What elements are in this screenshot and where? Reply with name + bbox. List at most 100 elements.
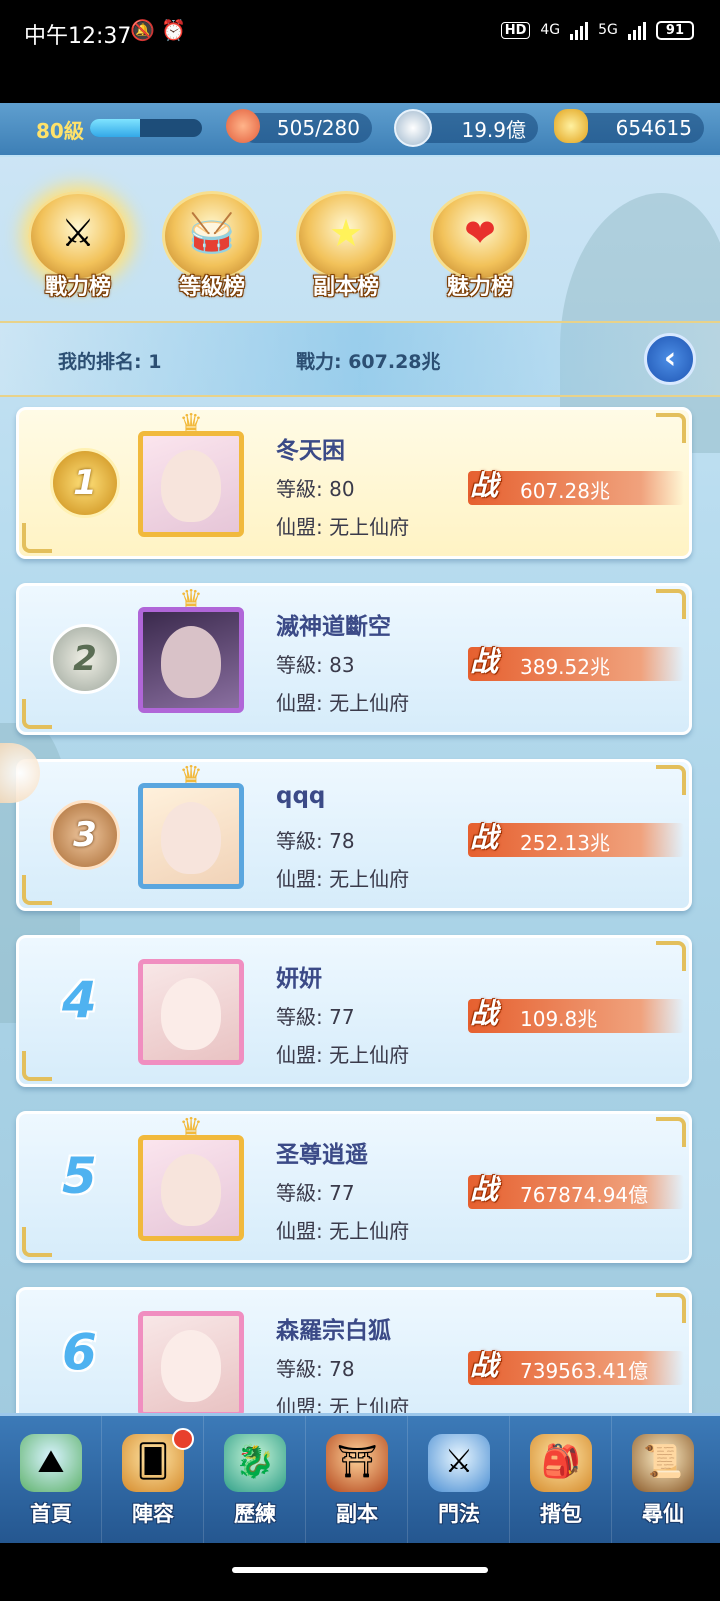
avatar[interactable] <box>138 1311 244 1417</box>
my-rank-text: 我的排名: 1 <box>58 351 162 373</box>
rank-number: 5 <box>62 1147 97 1205</box>
player-level: 80級 <box>36 119 84 143</box>
player-name: qqq <box>276 783 326 809</box>
back-button[interactable]: ‹ <box>644 333 696 385</box>
nav-label: 歷練 <box>234 1502 276 1526</box>
battle-icon: 战 <box>469 469 498 502</box>
home-indicator[interactable] <box>232 1567 488 1573</box>
power-value: 109.8兆 <box>520 1007 598 1031</box>
nav-lineup[interactable]: 🂠 陣容 <box>102 1416 204 1543</box>
player-guild: 仙盟: 无上仙府 <box>276 1043 410 1067</box>
bottom-nav: ⛰ 首頁 🂠 陣容 🐉 歷練 ⛩ 副本 ⚔ 門法 🎒 揹包 📜 尋仙 <box>0 1413 720 1543</box>
power-badge: 战 389.52兆 <box>468 645 684 681</box>
rank-number: 4 <box>62 971 97 1029</box>
player-name: 冬天困 <box>276 438 345 464</box>
gold-ingot-icon <box>554 109 588 143</box>
player-name: 圣尊逍遥 <box>276 1142 368 1168</box>
rank-medal-silver-icon: 2 <box>50 624 120 694</box>
tab-label: 副本榜 <box>312 275 379 300</box>
player-guild: 仙盟: 无上仙府 <box>276 867 410 891</box>
corner-ornament <box>656 413 686 443</box>
power-value: 389.52兆 <box>520 655 610 679</box>
avatar[interactable] <box>138 1135 244 1241</box>
nav-dungeon[interactable]: ⛩ 副本 <box>306 1416 408 1543</box>
battle-icon: 战 <box>469 1173 498 1206</box>
signal-icon <box>570 20 589 40</box>
power-value: 252.13兆 <box>520 831 610 855</box>
rank-medal-gold-icon: 1 <box>50 448 120 518</box>
system-home-bar <box>0 1543 720 1601</box>
power-value: 739563.41億 <box>520 1359 649 1383</box>
battle-icon: 战 <box>469 997 498 1030</box>
avatar-portrait <box>161 1154 221 1226</box>
nav-label: 首頁 <box>30 1502 72 1526</box>
corner-ornament <box>656 1293 686 1323</box>
gold-pill[interactable]: 654615 <box>570 113 704 143</box>
nav-label: 揹包 <box>540 1502 582 1526</box>
power-badge: 战 607.28兆 <box>468 469 684 505</box>
rank-row[interactable]: 3 ♛ qqq 等級: 78 仙盟: 无上仙府 战 252.13兆 <box>12 755 696 919</box>
ranking-tabs: ⚔ 戰力榜 🥁 等級榜 ★ 副本榜 ❤ 魅力榜 <box>18 183 578 313</box>
battle-icon: 战 <box>469 821 498 854</box>
tab-label: 等級榜 <box>178 275 245 300</box>
corner-ornament <box>22 523 52 553</box>
nav-training[interactable]: 🐉 歷練 <box>204 1416 306 1543</box>
power-badge: 战 109.8兆 <box>468 997 684 1033</box>
rank-row[interactable]: 2 ♛ 滅神道斷空 等級: 83 仙盟: 无上仙府 战 389.52兆 <box>12 579 696 743</box>
stamina-value: 505/280 <box>276 116 360 140</box>
avatar-portrait <box>161 978 221 1050</box>
player-level-text: 等級: 78 <box>276 1357 355 1381</box>
player-level-text: 等級: 77 <box>276 1005 355 1029</box>
avatar-portrait <box>161 450 221 522</box>
sword-icon: ⚔ <box>60 211 96 255</box>
gate-glyph: ⛩ <box>336 1442 378 1480</box>
nav-home[interactable]: ⛰ 首頁 <box>0 1416 102 1543</box>
rank-row[interactable]: 4 妍妍 等級: 77 仙盟: 无上仙府 战 109.8兆 <box>12 931 696 1095</box>
nav-label: 尋仙 <box>642 1502 684 1526</box>
avatar[interactable] <box>138 959 244 1065</box>
resource-bar: 80級 505/280 19.9億 654615 <box>0 103 720 157</box>
tab-level-ranking[interactable]: 🥁 等級榜 <box>152 183 272 303</box>
tab-dungeon-ranking[interactable]: ★ 副本榜 <box>286 183 406 303</box>
player-level-text: 等級: 78 <box>276 829 355 853</box>
player-guild: 仙盟: 无上仙府 <box>276 1219 410 1243</box>
corner-ornament <box>22 1227 52 1257</box>
corner-ornament <box>656 941 686 971</box>
rank-row[interactable]: 5 ♛ 圣尊逍遥 等級: 77 仙盟: 无上仙府 战 767874.94億 <box>12 1107 696 1271</box>
battle-icon: 战 <box>469 1349 498 1382</box>
hd-icon: HD <box>500 21 531 39</box>
nav-label: 陣容 <box>132 1502 174 1526</box>
avatar[interactable] <box>138 607 244 713</box>
heart-icon: ❤ <box>464 211 496 255</box>
scroll-glyph: 📜 <box>643 1442 683 1480</box>
exp-bar <box>90 119 202 137</box>
rank-number: 6 <box>62 1323 97 1381</box>
rank-medal-bronze-icon: 3 <box>50 800 120 870</box>
avatar[interactable] <box>138 783 244 889</box>
rank-row[interactable]: 1 ♛ 冬天困 等級: 80 仙盟: 无上仙府 战 607.28兆 <box>12 403 696 567</box>
status-right: HD 4G 5G 91 <box>500 20 694 40</box>
nav-seek-immortal[interactable]: 📜 尋仙 <box>612 1416 714 1543</box>
tab-power-ranking[interactable]: ⚔ 戰力榜 <box>18 183 138 303</box>
tab-label: 戰力榜 <box>44 275 111 300</box>
star-icon: ★ <box>328 211 364 255</box>
avatar[interactable] <box>138 431 244 537</box>
tab-charm-ranking[interactable]: ❤ 魅力榜 <box>420 183 540 303</box>
my-power-text: 戰力: 607.28兆 <box>296 351 441 373</box>
player-name: 滅神道斷空 <box>276 614 391 640</box>
peach-icon <box>226 109 260 143</box>
nav-backpack[interactable]: 🎒 揹包 <box>510 1416 612 1543</box>
signal-icon-2 <box>627 20 646 40</box>
battle-icon: 战 <box>469 645 498 678</box>
corner-ornament <box>656 589 686 619</box>
corner-ornament <box>22 875 52 905</box>
nav-sect[interactable]: ⚔ 門法 <box>408 1416 510 1543</box>
silver-value: 19.9億 <box>461 117 526 142</box>
my-rank-strip: 我的排名: 1 戰力: 607.28兆 ‹ <box>0 321 720 397</box>
nav-label: 副本 <box>336 1502 378 1526</box>
exp-bar-fill <box>90 119 141 137</box>
player-guild: 仙盟: 无上仙府 <box>276 515 410 539</box>
status-bar: 中午12:37 🔕 ⏰ HD 4G 5G 91 <box>0 0 720 103</box>
corner-ornament <box>22 699 52 729</box>
battery-icon: 91 <box>655 20 694 40</box>
